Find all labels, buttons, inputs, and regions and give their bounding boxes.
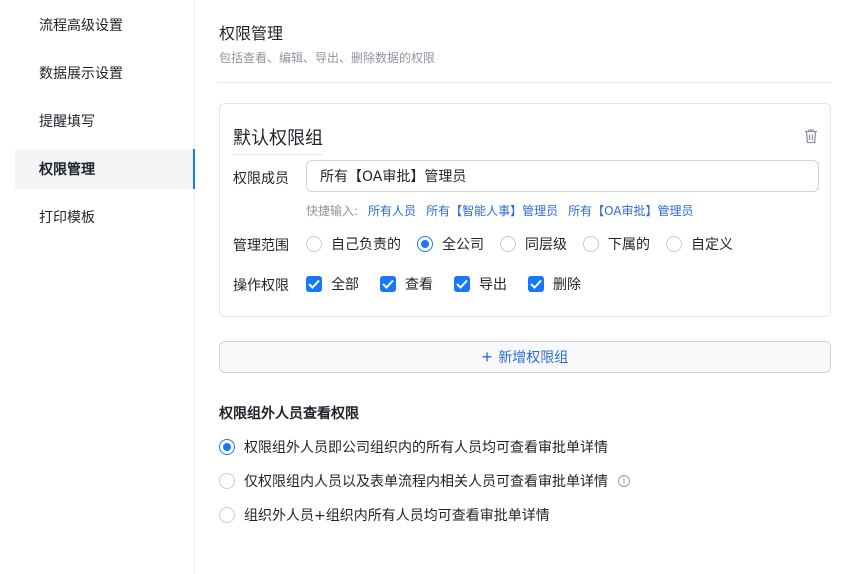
quick-input-label: 快捷输入: [306, 204, 359, 218]
radio-circle [306, 236, 322, 252]
quick-input: 快捷输入: 所有人员 所有【智能人事】管理员 所有【OA审批】管理员 [306, 202, 694, 219]
sidebar-item-print-template[interactable]: 打印模板 [15, 197, 195, 237]
scope-option-label: 下属的 [608, 237, 650, 253]
outside-option-label: 权限组外人员即公司组织内的所有人员均可查看审批单详情 [244, 440, 608, 456]
sidebar-item-process-advanced[interactable]: 流程高级设置 [15, 5, 195, 45]
ops-option-label: 导出 [479, 277, 507, 293]
quick-link-hr-admins[interactable]: 所有【智能人事】管理员 [426, 202, 558, 219]
radio-circle-selected [219, 439, 235, 455]
sidebar-item-label: 提醒填写 [39, 114, 95, 130]
members-label: 权限成员 [233, 171, 289, 187]
quick-link-all-staff[interactable]: 所有人员 [368, 202, 416, 219]
trash-icon[interactable] [804, 128, 818, 144]
ops-option-export[interactable]: 导出 [454, 274, 507, 294]
radio-circle-selected [417, 236, 433, 252]
check-icon [380, 276, 396, 292]
check-icon [454, 276, 470, 292]
outside-option-company-all[interactable]: 权限组外人员即公司组织内的所有人员均可查看审批单详情 [219, 437, 608, 457]
ops-option-view[interactable]: 查看 [380, 274, 433, 294]
sidebar-item-label: 数据展示设置 [39, 66, 123, 82]
info-icon[interactable]: i [618, 475, 630, 487]
outside-option-label: 组织外人员+组织内所有人员均可查看审批单详情 [244, 508, 550, 524]
scope-option-same-level[interactable]: 同层级 [500, 234, 567, 254]
radio-circle [500, 236, 516, 252]
outside-section-title: 权限组外人员查看权限 [219, 406, 359, 422]
add-permission-group-label: 新增权限组 [498, 349, 569, 365]
sidebar-item-reminder[interactable]: 提醒填写 [15, 101, 195, 141]
sidebar-item-data-display[interactable]: 数据展示设置 [15, 53, 195, 93]
ops-option-label: 查看 [405, 277, 433, 293]
ops-option-label: 全部 [331, 277, 359, 293]
scope-option-subordinates[interactable]: 下属的 [583, 234, 650, 254]
sidebar-item-label: 流程高级设置 [39, 18, 123, 34]
scope-option-label: 自己负责的 [331, 237, 401, 253]
ops-option-label: 删除 [553, 277, 581, 293]
divider [219, 82, 831, 83]
scope-option-label: 全公司 [442, 237, 484, 253]
scope-option-self[interactable]: 自己负责的 [306, 234, 401, 254]
page-subtitle: 包括查看、编辑、导出、删除数据的权限 [219, 51, 436, 65]
scope-label: 管理范围 [233, 238, 289, 254]
outside-option-everyone[interactable]: 组织外人员+组织内所有人员均可查看审批单详情 [219, 505, 550, 525]
sidebar: 流程高级设置 数据展示设置 提醒填写 权限管理 打印模板 [0, 0, 195, 574]
scope-option-label: 自定义 [691, 237, 733, 253]
scope-option-custom[interactable]: 自定义 [666, 234, 733, 254]
page-title: 权限管理 [219, 24, 284, 43]
plus-icon: + [481, 347, 493, 367]
add-permission-group-button[interactable]: + 新增权限组 [219, 341, 831, 373]
radio-circle [219, 507, 235, 523]
outside-option-group-only[interactable]: 仅权限组内人员以及表单流程内相关人员可查看审批单详情 i [219, 471, 630, 491]
radio-circle [583, 236, 599, 252]
quick-link-oa-admins[interactable]: 所有【OA审批】管理员 [568, 202, 693, 219]
radio-circle [219, 473, 235, 489]
scope-option-label: 同层级 [525, 237, 567, 253]
ops-option-delete[interactable]: 删除 [528, 274, 581, 294]
scope-radio-group: 自己负责的 全公司 同层级 下属的 自定义 [306, 235, 749, 253]
ops-option-all[interactable]: 全部 [306, 274, 359, 294]
check-icon [306, 276, 322, 292]
radio-circle [666, 236, 682, 252]
permission-group-card: 默认权限组 权限成员 所有【OA审批】管理员 快捷输入: 所有人员 所有【智能人… [219, 103, 831, 317]
check-icon [528, 276, 544, 292]
outside-option-label: 仅权限组内人员以及表单流程内相关人员可查看审批单详情 [244, 474, 608, 490]
scope-option-company[interactable]: 全公司 [417, 234, 484, 254]
sidebar-item-label: 权限管理 [39, 162, 95, 178]
ops-checkbox-group: 全部 查看 导出 删除 [306, 275, 602, 293]
sidebar-item-label: 打印模板 [39, 210, 95, 226]
ops-label: 操作权限 [233, 278, 289, 294]
sidebar-item-permissions[interactable]: 权限管理 [15, 149, 195, 189]
members-input[interactable]: 所有【OA审批】管理员 [306, 160, 819, 192]
group-name-field[interactable]: 默认权限组 [233, 124, 323, 155]
